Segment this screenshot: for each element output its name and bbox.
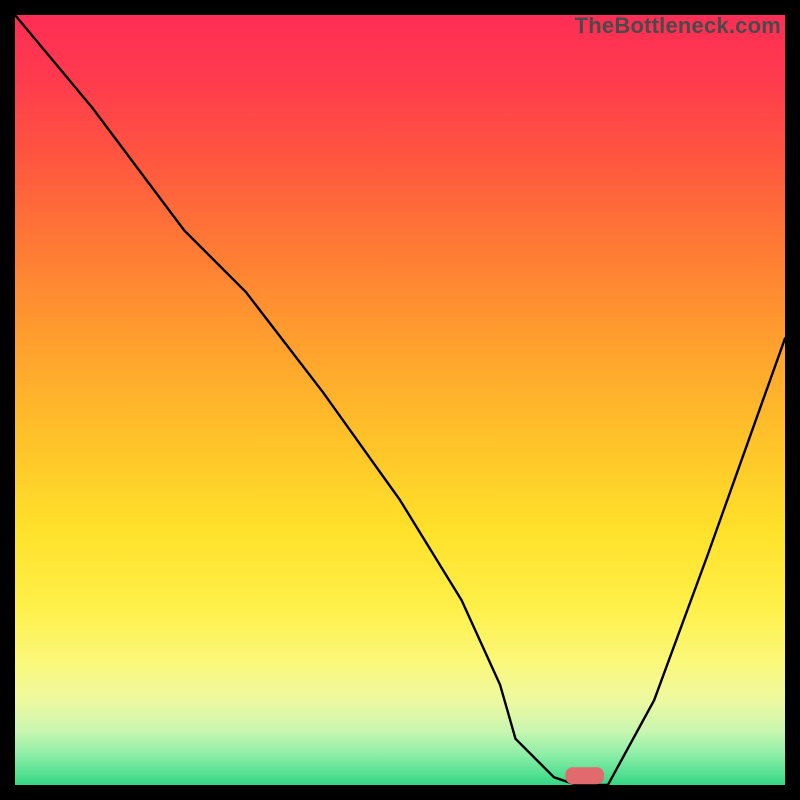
- optimal-marker: [566, 767, 605, 784]
- plot-area: TheBottleneck.com: [15, 15, 785, 785]
- bottleneck-curve-svg: [15, 15, 785, 785]
- chart-frame: TheBottleneck.com: [0, 0, 800, 800]
- bottleneck-curve: [15, 15, 785, 785]
